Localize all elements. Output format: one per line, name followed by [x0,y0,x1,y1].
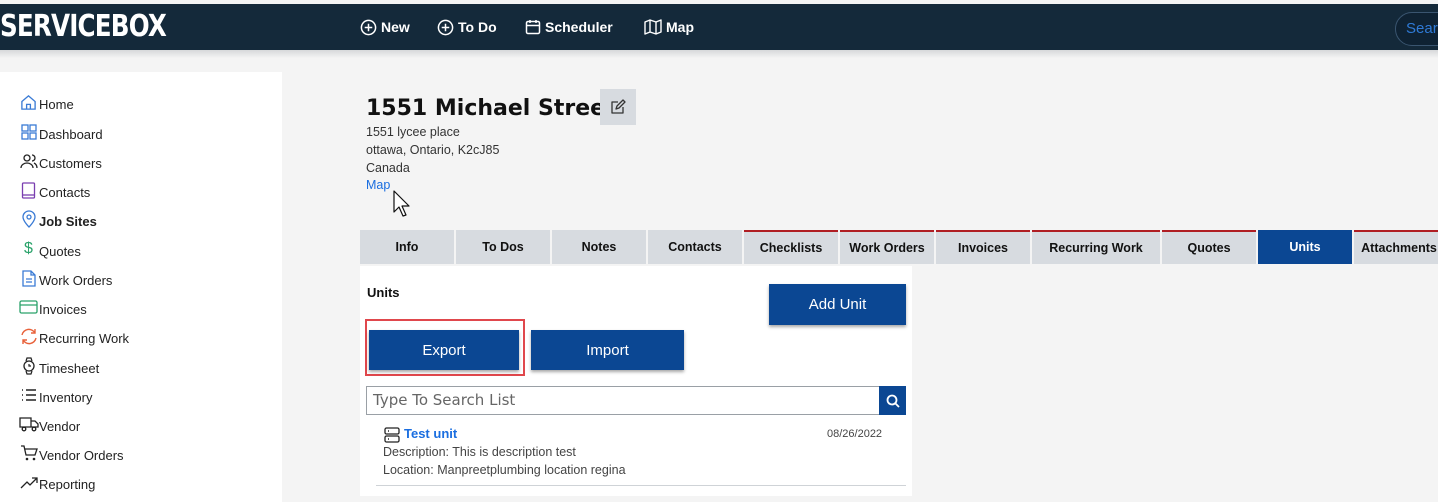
tab-notes[interactable]: Notes [552,230,646,264]
book-icon [18,180,39,200]
tab-recurring-work[interactable]: Recurring Work [1032,230,1160,264]
sidebar-item-reporting[interactable]: Reporting [18,468,95,492]
sidebar-item-invoices[interactable]: Invoices [18,293,87,317]
tab-units[interactable]: Units [1258,230,1352,264]
unit-date: 08/26/2022 [827,428,883,440]
unit-name-link[interactable]: Test unit [404,426,457,441]
unit-location: Location: Manpreetplumbing location regi… [383,463,626,477]
sidebar-item-vendor-orders[interactable]: Vendor Orders [18,439,124,463]
page-title: 1551 Michael Street [366,96,616,121]
sidebar-item-label: Quotes [39,244,81,259]
sidebar-item-label: Reporting [39,477,96,492]
units-panel-title: Units [367,285,400,300]
sidebar-item-label: Contacts [39,185,91,200]
truck-icon [18,414,39,434]
card-icon [18,297,39,317]
watch-icon [18,356,39,376]
server-icon [384,427,400,443]
home-icon [18,92,39,112]
sidebar-item-label: Work Orders [39,273,113,288]
document-icon [18,268,39,288]
sidebar-item-label: Dashboard [39,127,103,142]
sidebar-item-work-orders[interactable]: Work Orders [18,264,112,288]
sidebar-item-job-sites[interactable]: Job Sites [18,205,97,229]
tab-info[interactable]: Info [360,230,454,264]
sidebar-item-customers[interactable]: Customers [18,147,102,171]
nav-map-label: Map [666,19,694,35]
sidebar-item-dashboard[interactable]: Dashboard [18,118,103,142]
nav-new-button[interactable]: New [360,4,410,50]
trend-icon [18,472,39,492]
unit-description: Description: This is description test [383,445,576,459]
nav-todo-label: To Do [458,19,497,35]
plus-circle-icon [360,19,377,35]
nav-new-label: New [381,19,410,35]
edit-button[interactable] [600,89,636,125]
header-shadow [0,50,1438,58]
tab-quotes[interactable]: Quotes [1162,230,1256,264]
top-navbar: SERVICEBOX New To Do Scheduler Map Sear [0,4,1438,50]
sidebar-item-timesheet[interactable]: Timesheet [18,352,99,376]
cart-icon [18,443,39,463]
list-divider [376,485,906,486]
sidebar-item-label: Inventory [39,390,93,405]
sidebar-item-recurring-work[interactable]: Recurring Work [18,322,129,346]
map-icon [644,19,662,35]
sidebar-item-contacts[interactable]: Contacts [18,176,90,200]
add-unit-button[interactable]: Add Unit [769,284,906,325]
address-line: ottawa, Ontario, K2cJ85 [366,143,500,157]
sidebar-item-label: Invoices [39,302,87,317]
sidebar-item-label: Customers [39,156,102,171]
global-search-input[interactable]: Sear [1395,12,1438,46]
edit-icon [611,99,626,114]
sidebar-item-label: Recurring Work [39,331,130,346]
calendar-icon [525,20,541,35]
address-line: Canada [366,161,410,175]
unit-search-input[interactable]: Type To Search List [366,386,879,415]
sidebar-item-label: Timesheet [39,361,100,376]
map-link[interactable]: Map [366,178,390,192]
nav-scheduler-button[interactable]: Scheduler [525,4,613,50]
sidebar-item-quotes[interactable]: $ Quotes [18,235,81,259]
location-pin-icon [18,209,39,229]
export-button[interactable]: Export [369,330,519,370]
sidebar-item-label: Home [39,97,74,112]
nav-scheduler-label: Scheduler [545,19,613,35]
grid-icon [18,122,39,142]
tab-work-orders[interactable]: Work Orders [840,230,934,264]
nav-map-button[interactable]: Map [644,4,694,50]
sidebar-item-inventory[interactable]: Inventory [18,381,92,405]
tab-attachments[interactable]: Attachments [1354,230,1438,264]
tab-to-dos[interactable]: To Dos [456,230,550,264]
tab-checklists[interactable]: Checklists [744,230,838,264]
address-line: 1551 lycee place [366,125,460,139]
search-icon [886,394,900,408]
mouse-cursor-icon [393,190,410,217]
tab-invoices[interactable]: Invoices [936,230,1030,264]
sidebar-item-label: Vendor Orders [39,448,124,463]
dollar-icon: $ [24,240,33,257]
nav-todo-button[interactable]: To Do [437,4,497,50]
list-icon [18,385,39,405]
plus-circle-icon [437,19,454,35]
search-button[interactable] [879,386,906,415]
sidebar-item-label: Job Sites [39,214,97,229]
sidebar-item-home[interactable]: Home [18,88,74,112]
servicebox-logo[interactable]: SERVICEBOX [0,10,167,44]
import-button[interactable]: Import [531,330,684,370]
refresh-icon [18,326,39,346]
users-icon [18,151,39,171]
sidebar-item-label: Vendor [39,419,81,434]
tab-contacts[interactable]: Contacts [648,230,742,264]
sidebar-item-vendor[interactable]: Vendor [18,410,80,434]
